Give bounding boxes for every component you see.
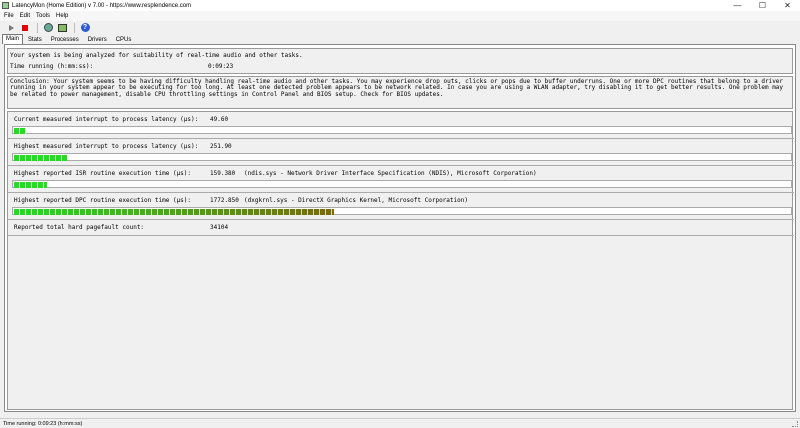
main-panel: Your system is being analyzed for suitab… [4,44,796,412]
window-controls: — ☐ ✕ [725,0,800,11]
time-running-value: 0:09:23 [208,63,234,70]
drivers-button[interactable] [56,22,68,33]
toolbar: ? [0,21,800,34]
metric-label: Highest reported DPC routine execution t… [14,197,192,204]
play-icon [8,24,14,31]
menu-edit[interactable]: Edit [20,13,30,19]
metric-isr-time: Highest reported ISR routine execution t… [12,170,792,194]
resize-grip[interactable] [792,421,798,427]
metric-value: 49.60 [210,116,229,123]
metric-divider [8,138,794,139]
status-bar-text: Time running: 0:09:23 (h:mm:ss) [3,420,83,427]
settings-button[interactable] [42,22,54,33]
metric-detail: (ndis.sys - Network Driver Interface Spe… [244,170,537,177]
menu-help[interactable]: Help [56,13,68,19]
gear-icon [43,23,53,32]
level-meter-fill [14,155,67,161]
maximize-button[interactable]: ☐ [750,0,775,11]
menu-bar: File Edit Tools Help [0,11,800,21]
level-meter-fill [14,209,334,215]
minimize-button[interactable]: — [725,0,750,11]
level-meter [12,180,792,188]
level-meter-fill [14,128,26,134]
conclusion-box: Conclusion: Your system seems to be havi… [7,76,793,109]
window-title: LatencyMon (Home Edition) v 7.00 - https… [12,2,192,9]
toolbar-separator [37,22,38,33]
metric-highest-latency: Highest measured interrupt to process la… [12,143,792,167]
tab-main[interactable]: Main [2,34,24,44]
metric-label: Reported total hard pagefault count: [14,224,145,231]
status-bar: Time running: 0:09:23 (h:mm:ss) [0,418,800,428]
toolbar-separator [74,22,75,33]
time-running-label: Time running (h:mm:ss): [10,63,94,70]
tab-cpus[interactable]: CPUs [112,35,136,44]
metric-label: Current measured interrupt to process la… [14,116,199,123]
level-meter [12,153,792,161]
help-button[interactable]: ? [79,22,91,33]
metric-detail: (dxgkrnl.sys - DirectX Graphics Kernel, … [244,197,468,204]
metric-value: 34104 [210,224,229,231]
level-meter-fill [14,182,47,188]
metric-value: 1772.850 [210,197,239,204]
level-meter [12,207,792,215]
metric-divider [8,165,794,166]
start-button[interactable] [5,22,17,33]
metric-value: 159.380 [210,170,236,177]
metric-divider [8,192,794,193]
close-button[interactable]: ✕ [775,0,800,11]
level-meter [12,126,792,134]
menu-tools[interactable]: Tools [36,13,50,19]
help-icon: ? [80,23,90,32]
app-icon [2,2,9,9]
title-bar: LatencyMon (Home Edition) v 7.00 - https… [0,0,800,11]
tab-strip: Main Stats Processes Drivers CPUs [2,34,136,44]
status-line: Your system is being analyzed for suitab… [10,52,303,59]
metric-pagefault-count: Reported total hard pagefault count: 341… [12,224,792,248]
metric-dpc-time: Highest reported DPC routine execution t… [12,197,792,221]
status-box: Your system is being analyzed for suitab… [7,48,793,74]
metric-divider [8,235,794,236]
tab-processes[interactable]: Processes [47,35,83,44]
drivers-icon [57,23,67,32]
conclusion-text: Conclusion: Your system seems to be havi… [10,78,784,98]
tab-stats[interactable]: Stats [24,35,46,44]
stop-button[interactable] [19,22,31,33]
metric-label: Highest reported ISR routine execution t… [14,170,192,177]
metric-value: 251.90 [210,143,232,150]
metrics-box: Current measured interrupt to process la… [7,111,794,410]
tab-drivers[interactable]: Drivers [84,35,111,44]
menu-file[interactable]: File [4,13,14,19]
stop-icon [22,24,28,31]
metric-label: Highest measured interrupt to process la… [14,143,199,150]
metric-current-latency: Current measured interrupt to process la… [12,116,792,140]
metric-divider [8,219,794,220]
